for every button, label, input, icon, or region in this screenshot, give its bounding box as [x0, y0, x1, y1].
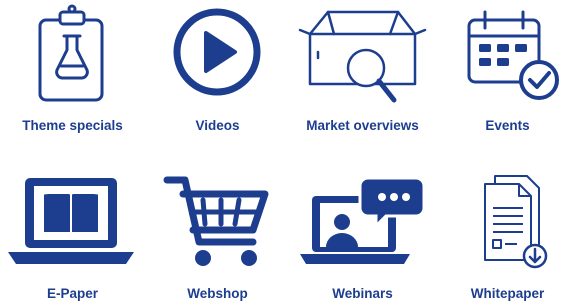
- tile-webinars[interactable]: Webinars: [290, 0, 435, 306]
- shopping-cart-icon: [163, 176, 269, 266]
- resource-grid: Theme specials Videos Market overviews E…: [0, 0, 580, 306]
- tile-whitepaper[interactable]: Whitepaper: [435, 0, 580, 306]
- tile-e-paper[interactable]: E-Paper: [0, 0, 145, 306]
- tile-webshop[interactable]: Webshop: [145, 0, 290, 306]
- laptop-book-icon: [8, 178, 134, 264]
- tile-label: Webinars: [332, 286, 393, 301]
- tile-label: E-Paper: [46, 286, 99, 301]
- tile-label: Webshop: [187, 286, 248, 301]
- tile-label: Whitepaper: [470, 286, 545, 301]
- laptop-presenter-chat-icon: [300, 176, 426, 264]
- document-download-icon: [484, 175, 548, 269]
